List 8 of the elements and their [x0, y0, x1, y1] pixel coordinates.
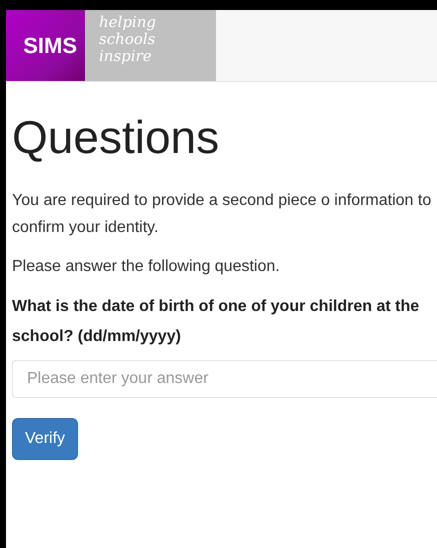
page-heading: Questions	[12, 110, 220, 165]
instruction-text: Please answer the following question.	[12, 257, 281, 278]
intro-text: You are required to provide a second piece o information to confirm your identity.	[12, 191, 432, 238]
tagline-text: helping schools inspire	[99, 14, 157, 65]
answer-field[interactable]: Please enter your answer	[12, 360, 437, 398]
question-label: What is the date of birth of one of your children at the school? (dd/mm/yyyy)	[12, 297, 420, 348]
logo-text: SIMS	[23, 32, 77, 60]
verify-button[interactable]: Verify	[12, 418, 78, 460]
